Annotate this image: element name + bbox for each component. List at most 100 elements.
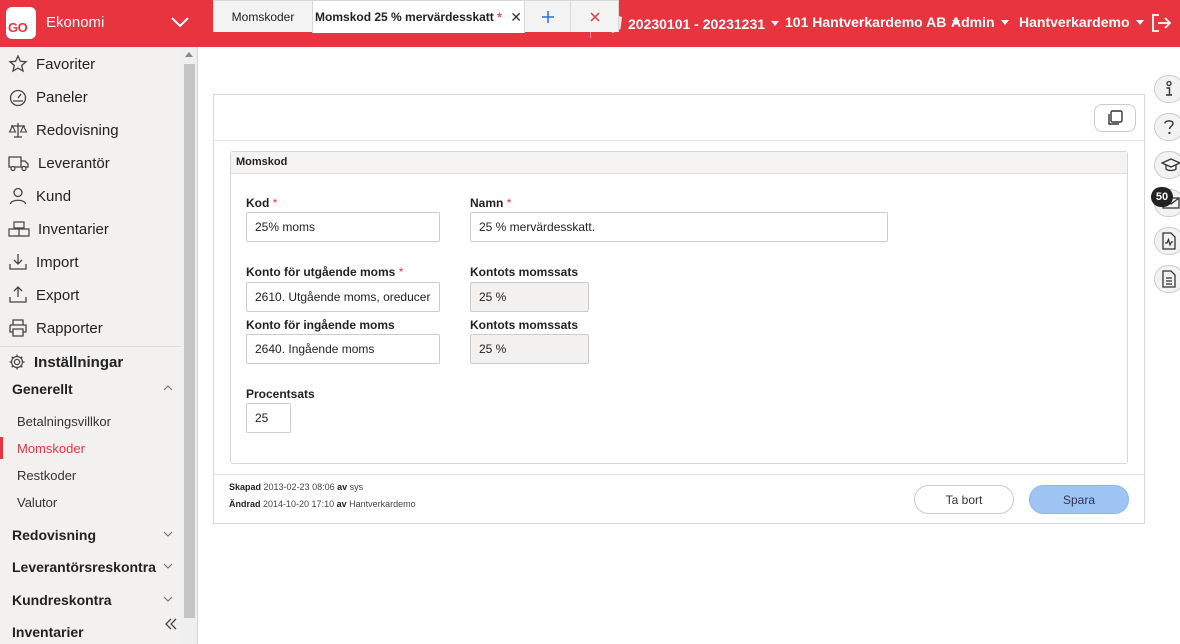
messages-count-badge: 50 xyxy=(1151,187,1173,207)
chevron-down-icon xyxy=(163,596,173,602)
sub-item-momskoder[interactable]: Momskoder xyxy=(17,441,85,456)
period-label: 20230101 - 20231231 xyxy=(628,15,766,32)
boxes-icon xyxy=(8,221,30,237)
info-button[interactable] xyxy=(1154,75,1180,103)
chevron-down-icon xyxy=(163,531,173,537)
nav-item-label: Export xyxy=(36,286,80,304)
nav-item-label: Favoriter xyxy=(36,55,96,73)
logout-icon[interactable] xyxy=(1150,12,1172,39)
caret-down-icon xyxy=(1000,19,1009,25)
konto-ingaende-label: Konto för ingående moms xyxy=(246,318,395,332)
nav-item-label: Rapporter xyxy=(36,319,103,337)
kontots-momssats-ingaende-field xyxy=(470,334,589,364)
group-kundreskontra[interactable]: Kundreskontra xyxy=(12,592,177,608)
sub-item-betalningsvillkor[interactable]: Betalningsvillkor xyxy=(17,414,111,429)
namn-label: Namn * xyxy=(470,196,512,210)
sidebar-scroll-thumb[interactable] xyxy=(184,64,195,618)
go-logo[interactable]: GO xyxy=(6,7,36,39)
scales-icon xyxy=(8,123,28,138)
collapse-sidebar-icon[interactable] xyxy=(163,616,179,637)
tab-label: Momskod 25 % mervärdesskatt xyxy=(315,10,494,24)
tab-label: Momskoder xyxy=(231,9,295,24)
caret-down-icon xyxy=(1135,19,1144,25)
scroll-up-arrow-icon[interactable] xyxy=(185,52,193,57)
required-marker: * xyxy=(272,196,278,210)
nav-item-leverantor[interactable]: Leverantör xyxy=(8,151,110,175)
save-button[interactable]: Spara xyxy=(1029,485,1129,514)
settings-title: Inställningar xyxy=(34,353,124,371)
kod-input[interactable] xyxy=(246,212,440,242)
close-icon xyxy=(589,11,600,22)
nav-item-kund[interactable]: Kund xyxy=(8,184,71,208)
close-tab-icon[interactable]: ✕ xyxy=(510,9,522,26)
procentsats-label: Procentsats xyxy=(246,387,315,401)
copy-icon xyxy=(1108,110,1123,125)
user-menu[interactable]: Hantverkardemo xyxy=(1019,14,1144,30)
sub-item-valutor[interactable]: Valutor xyxy=(17,495,57,510)
nav-item-favoriter[interactable]: Favoriter xyxy=(8,52,95,76)
app-title[interactable]: Ekonomi xyxy=(46,14,104,31)
nav-item-export[interactable]: Export xyxy=(8,283,79,307)
nav-item-label: Import xyxy=(36,253,79,271)
nav-item-import[interactable]: Import xyxy=(8,250,79,274)
role-label: Admin xyxy=(951,14,995,30)
required-marker: * xyxy=(506,196,512,210)
academy-button[interactable] xyxy=(1154,151,1180,179)
gear-icon xyxy=(9,354,25,370)
document-button[interactable] xyxy=(1154,265,1180,293)
module-menu-chevron-icon[interactable] xyxy=(170,12,190,37)
nav-item-redovisning[interactable]: Redovisning xyxy=(8,118,119,142)
group-label: Kundreskontra xyxy=(12,592,112,608)
namn-input[interactable] xyxy=(470,212,888,242)
group-leverantorsreskontra[interactable]: Leverantörsreskontra xyxy=(12,559,177,575)
period-selector[interactable]: 20230101 - 20231231 xyxy=(604,14,780,33)
nav-item-label: Paneler xyxy=(36,88,88,106)
sub-item-restkoder[interactable]: Restkoder xyxy=(17,468,76,483)
group-generellt[interactable]: Generellt xyxy=(12,381,177,397)
active-indicator xyxy=(0,437,3,459)
tab-momskoder[interactable]: Momskoder xyxy=(213,0,313,32)
sidebar-border xyxy=(197,47,198,644)
chevron-down-icon xyxy=(163,563,173,569)
add-tab-button[interactable] xyxy=(524,0,571,32)
sidebar-divider xyxy=(0,346,182,347)
group-label: Inventarier xyxy=(12,624,84,640)
graduation-cap-icon xyxy=(1161,158,1180,172)
konto-ingaende-input[interactable] xyxy=(246,334,440,364)
copy-button[interactable] xyxy=(1094,104,1136,132)
role-selector[interactable]: Admin xyxy=(951,14,1009,30)
changed-info: Ändrad 2014-10-20 17:10 av Hantverkardem… xyxy=(229,499,416,509)
nav-item-paneler[interactable]: Paneler xyxy=(8,85,88,109)
group-label: Generellt xyxy=(12,381,73,397)
procentsats-input[interactable] xyxy=(246,403,291,433)
required-marker: * xyxy=(398,265,404,279)
company-label: 101 Hantverkardemo AB xyxy=(785,14,947,30)
gauge-icon xyxy=(9,89,27,107)
caret-down-icon xyxy=(771,21,780,26)
delete-button[interactable]: Ta bort xyxy=(914,485,1014,514)
group-label: Leverantörsreskontra xyxy=(12,559,156,575)
truck-icon xyxy=(8,156,29,172)
import-icon xyxy=(9,254,27,270)
question-icon xyxy=(1164,120,1174,135)
company-selector[interactable]: 101 Hantverkardemo AB xyxy=(785,14,961,30)
info-icon xyxy=(1166,80,1172,96)
panel-divider xyxy=(214,140,1144,141)
card-title: Momskod xyxy=(231,152,1127,174)
group-inventarier[interactable]: Inventarier xyxy=(12,624,177,640)
settings-section-header[interactable]: Inställningar xyxy=(8,353,123,371)
kontots-momssats-label: Kontots momssats xyxy=(470,318,579,332)
kontots-momssats-utgaende-field xyxy=(470,282,589,312)
close-all-tabs-button[interactable] xyxy=(570,0,619,32)
nav-item-rapporter[interactable]: Rapporter xyxy=(8,316,103,340)
nav-item-inventarier[interactable]: Inventarier xyxy=(8,217,109,241)
help-button[interactable] xyxy=(1154,113,1180,141)
export-icon xyxy=(9,286,27,303)
document-icon xyxy=(1162,270,1176,288)
group-redovisning[interactable]: Redovisning xyxy=(12,527,177,543)
activity-button[interactable] xyxy=(1154,227,1180,255)
tab-momskod-edit[interactable]: Momskod 25 % mervärdesskatt * ✕ xyxy=(312,0,525,33)
created-info: Skapad 2013-02-23 08:06 av sys xyxy=(229,482,364,492)
konto-utgaende-input[interactable] xyxy=(246,282,440,312)
chevron-up-icon xyxy=(163,385,173,391)
